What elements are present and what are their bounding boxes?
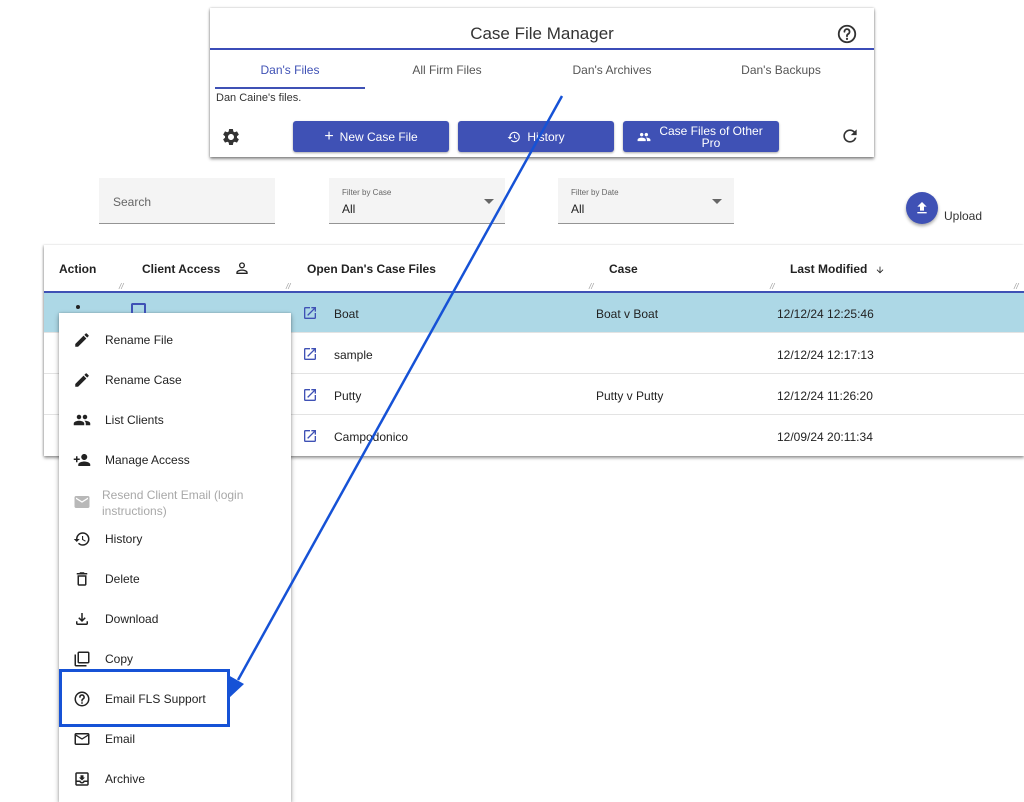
menu-item-rename-file[interactable]: Rename File	[59, 319, 291, 359]
new-case-file-button[interactable]: + New Case File	[293, 121, 449, 152]
menu-item-label: Download	[105, 612, 159, 626]
column-resize-handle[interactable]: //	[286, 282, 290, 291]
history-icon	[507, 131, 521, 142]
tab-all-firm-files[interactable]: All Firm Files	[367, 63, 527, 77]
open-in-new-icon[interactable]	[302, 387, 318, 403]
gear-icon[interactable]	[221, 127, 241, 147]
tab-dans-archives[interactable]: Dan's Archives	[532, 63, 692, 77]
menu-item-rename-case[interactable]: Rename Case	[59, 359, 291, 399]
column-header-last-modified[interactable]: Last Modified	[790, 262, 867, 276]
open-in-new-icon[interactable]	[302, 305, 318, 321]
archive-icon	[75, 772, 89, 786]
filter-by-date-value: All	[571, 202, 585, 216]
menu-item-label: Rename File	[105, 333, 174, 347]
last-modified: 12/12/24 12:25:46	[777, 307, 874, 321]
menu-item-archive[interactable]: Archive	[59, 758, 291, 798]
history-button-label: History	[527, 129, 565, 144]
new-case-file-label: New Case File	[339, 129, 418, 144]
open-in-new-icon[interactable]	[302, 428, 318, 444]
title-divider	[210, 48, 874, 50]
case-name: Boat v Boat	[596, 307, 659, 321]
download-icon	[76, 613, 88, 625]
checkbox-icon[interactable]	[131, 303, 146, 313]
column-resize-handle[interactable]: //	[1014, 282, 1018, 291]
person-icon	[236, 262, 248, 274]
help-icon[interactable]	[836, 23, 858, 45]
column-resize-handle[interactable]: //	[589, 282, 593, 291]
upload-label: Upload	[944, 209, 983, 223]
last-modified: 12/09/24 20:11:34	[777, 430, 873, 444]
plus-icon: +	[324, 127, 334, 145]
column-header-client-access[interactable]: Client Access	[142, 262, 220, 276]
file-name[interactable]: Putty	[334, 389, 361, 403]
case-file-manager-panel: Case File Manager Dan's Files All Firm F…	[210, 8, 874, 157]
active-tab-indicator	[215, 87, 365, 89]
tab-dans-files[interactable]: Dan's Files	[210, 63, 370, 77]
filter-by-case-label: Filter by Case	[342, 188, 392, 197]
history-icon	[73, 532, 90, 546]
file-name[interactable]: Campodonico	[334, 430, 408, 444]
people-icon	[73, 414, 91, 426]
pencil-icon	[75, 373, 89, 387]
history-button[interactable]: History	[458, 121, 614, 152]
menu-item-label: History	[105, 532, 143, 546]
file-name[interactable]: Boat	[334, 307, 359, 321]
trash-icon	[76, 572, 88, 586]
menu-item-delete[interactable]: Delete	[59, 558, 291, 598]
people-icon	[637, 132, 651, 141]
search-placeholder: Search	[113, 195, 152, 209]
column-resize-handle[interactable]: //	[770, 282, 774, 291]
case-files-other-pro-button[interactable]: Case Files of Other Pro	[623, 121, 779, 152]
copy-icon	[74, 651, 90, 667]
upload-button[interactable]	[906, 192, 938, 224]
last-modified: 12/12/24 11:26:20	[777, 389, 873, 403]
pencil-icon	[75, 333, 89, 347]
menu-item-label: Delete	[105, 572, 140, 586]
menu-item-manage-access[interactable]: Manage Access	[59, 439, 291, 479]
file-name[interactable]: sample	[334, 348, 373, 362]
mail-outline-icon	[74, 733, 90, 745]
menu-item-history[interactable]: History	[59, 518, 291, 558]
file-actions-menu: Rename File Rename Case List Clients Man…	[59, 313, 291, 802]
filter-by-date-select[interactable]: Filter by Date All	[558, 178, 734, 224]
menu-item-label: Manage Access	[105, 453, 190, 467]
menu-item-label: Email	[105, 732, 136, 746]
filter-by-case-select[interactable]: Filter by Case All	[329, 178, 505, 224]
menu-item-label: Archive	[105, 772, 146, 786]
column-header-case[interactable]: Case	[609, 262, 638, 276]
mail-icon	[74, 496, 90, 508]
annotation-highlight-box	[59, 669, 230, 727]
menu-item-label: Resend Client Email (login instructions)	[102, 488, 244, 518]
menu-item-download[interactable]: Download	[59, 598, 291, 638]
filter-by-date-label: Filter by Date	[571, 188, 619, 197]
chevron-down-icon	[712, 199, 722, 204]
open-in-new-icon[interactable]	[302, 346, 318, 362]
menu-item-label: Rename Case	[105, 373, 182, 387]
menu-item-list-clients[interactable]: List Clients	[59, 399, 291, 439]
case-name: Putty v Putty	[596, 389, 664, 403]
tab-dans-backups[interactable]: Dan's Backups	[701, 63, 861, 77]
refresh-icon[interactable]	[840, 126, 860, 146]
upload-icon	[917, 202, 927, 214]
arrow-down-icon	[876, 266, 884, 274]
last-modified: 12/12/24 12:17:13	[777, 348, 874, 362]
search-field[interactable]: Search	[99, 178, 275, 224]
menu-item-label: List Clients	[105, 413, 164, 427]
column-header-open-files[interactable]: Open Dan's Case Files	[307, 262, 436, 276]
column-resize-handle[interactable]: //	[119, 282, 123, 291]
case-files-other-pro-label: Case Files of Other Pro	[659, 123, 763, 150]
menu-item-label: Copy	[105, 652, 134, 666]
page-subtitle: Dan Caine's files.	[216, 92, 302, 104]
filter-by-case-value: All	[342, 202, 356, 216]
person-add-icon	[73, 454, 91, 466]
column-header-action: Action	[59, 262, 97, 276]
chevron-down-icon	[484, 199, 494, 204]
app-title: Case File Manager	[470, 24, 614, 43]
more-vert-icon[interactable]	[76, 305, 80, 309]
